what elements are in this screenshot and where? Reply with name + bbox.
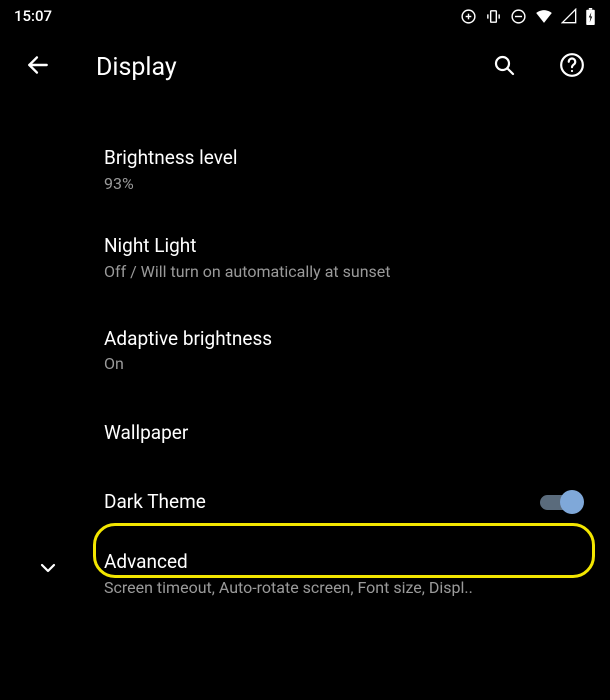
setting-title: Wallpaper (104, 421, 590, 446)
setting-title: Dark Theme (104, 490, 590, 515)
setting-subtitle: On (104, 353, 590, 375)
setting-dark-theme[interactable]: Dark Theme (0, 470, 610, 535)
setting-subtitle: Screen timeout, Auto-rotate screen, Font… (104, 577, 590, 599)
setting-adaptive-brightness[interactable]: Adaptive brightness On (0, 305, 610, 397)
toggle-thumb (560, 490, 584, 514)
settings-list: Brightness level 93% Night Light Off / W… (0, 102, 610, 615)
search-button[interactable] (484, 47, 524, 87)
dark-theme-toggle[interactable] (540, 490, 582, 514)
setting-subtitle: 93% (104, 173, 590, 195)
setting-advanced[interactable]: Advanced Screen timeout, Auto-rotate scr… (0, 534, 610, 614)
setting-brightness-level[interactable]: Brightness level 93% (0, 128, 610, 212)
status-time: 15:07 (14, 7, 52, 25)
status-icons (460, 8, 596, 25)
search-icon (492, 53, 516, 81)
dnd-icon (510, 8, 527, 25)
setting-wallpaper[interactable]: Wallpaper (0, 397, 610, 470)
wifi-icon (535, 8, 553, 25)
status-bar: 15:07 (0, 0, 610, 32)
vibrate-icon (485, 8, 502, 25)
page-title: Display (96, 53, 456, 82)
app-header: Display (0, 32, 610, 102)
battery-charging-icon (585, 8, 596, 25)
setting-title: Brightness level (104, 146, 590, 171)
help-button[interactable] (552, 47, 592, 87)
expand-icon (36, 556, 60, 584)
add-data-icon (460, 8, 477, 25)
setting-title: Advanced (104, 550, 590, 575)
signal-icon (561, 8, 577, 24)
setting-subtitle: Off / Will turn on automatically at suns… (104, 261, 590, 283)
back-button[interactable] (18, 47, 58, 87)
help-icon (559, 52, 585, 82)
setting-night-light[interactable]: Night Light Off / Will turn on automatic… (0, 212, 610, 304)
setting-title: Adaptive brightness (104, 327, 590, 352)
arrow-back-icon (25, 52, 51, 82)
setting-title: Night Light (104, 234, 590, 259)
